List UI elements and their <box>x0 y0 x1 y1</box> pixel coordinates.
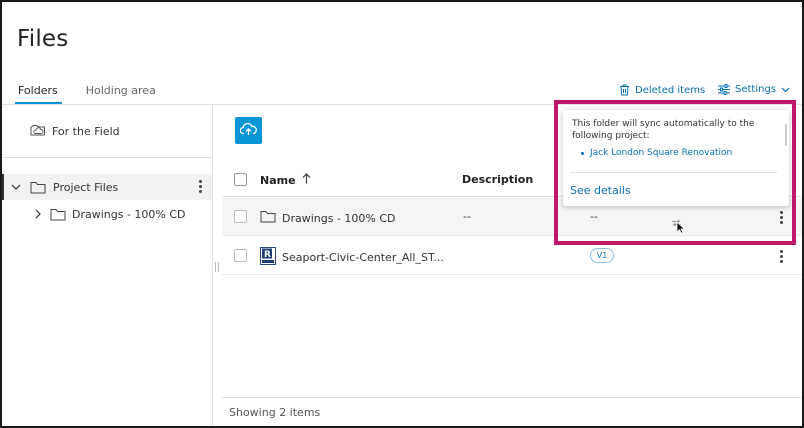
column-description-header[interactable]: Description <box>462 173 533 186</box>
trash-icon <box>619 84 630 96</box>
row-description: -- <box>463 210 471 223</box>
tooltip-divider <box>570 172 777 173</box>
upload-button[interactable] <box>235 117 262 144</box>
sync-tooltip: This folder will sync automatically to t… <box>563 110 789 206</box>
chevron-right-icon[interactable] <box>30 209 46 219</box>
field-cloud-icon <box>30 123 46 139</box>
tab-holding-area[interactable]: Holding area <box>85 84 157 104</box>
project-link-label: Jack London Square Renovation <box>590 148 733 158</box>
folder-tree-panel: For the Field Project Files Drawings - 1… <box>2 105 213 426</box>
deleted-items-label: Deleted items <box>635 84 706 96</box>
svg-text:R: R <box>264 250 271 260</box>
row-name-label: Seaport-Civic-Center_All_ST... <box>282 251 444 264</box>
tree-item-drawings[interactable]: Drawings - 100% CD <box>2 201 212 227</box>
row-checkbox[interactable] <box>234 249 247 262</box>
row-name[interactable]: R Seaport-Civic-Center_All_ST... <box>260 247 444 268</box>
row-name[interactable]: Drawings - 100% CD <box>260 210 396 226</box>
cloud-upload-icon <box>239 121 257 140</box>
tree-item-project-files[interactable]: Project Files <box>2 174 212 200</box>
folder-icon <box>50 208 66 221</box>
column-name-label: Name <box>260 173 296 187</box>
left-panel-divider <box>2 157 212 158</box>
for-the-field-label: For the Field <box>52 124 120 138</box>
for-the-field-item[interactable]: For the Field <box>30 123 120 139</box>
chevron-down-icon[interactable] <box>8 184 24 191</box>
tab-bar: Folders Holding area <box>15 84 157 104</box>
item-count: Showing 2 items <box>229 406 321 419</box>
row-checkbox[interactable] <box>234 210 247 223</box>
bullet-icon <box>581 151 584 155</box>
tab-folders[interactable]: Folders <box>15 84 62 104</box>
arrow-up-icon <box>302 173 311 187</box>
tooltip-text: This folder will sync automatically to t… <box>572 119 755 141</box>
sliders-icon <box>718 84 730 95</box>
chevron-down-icon <box>781 87 790 93</box>
deleted-items-button[interactable]: Deleted items <box>619 84 705 96</box>
tree-item-label: Project Files <box>53 180 119 194</box>
footer-divider <box>222 397 802 398</box>
row-name-label: Drawings - 100% CD <box>282 211 396 225</box>
version-badge[interactable]: V1 <box>590 248 614 263</box>
revit-file-icon: R <box>260 247 276 268</box>
settings-label: Settings <box>735 84 777 95</box>
more-options-icon[interactable] <box>199 180 202 193</box>
folder-icon <box>30 181 46 194</box>
folder-icon <box>260 210 276 226</box>
panel-resize-handle[interactable] <box>215 262 219 272</box>
page-title: Files <box>17 26 69 52</box>
see-details-link[interactable]: See details <box>570 184 631 197</box>
settings-button[interactable]: Settings <box>718 84 790 95</box>
column-name-header[interactable]: Name <box>260 173 311 187</box>
project-link[interactable]: Jack London Square Renovation <box>581 148 732 158</box>
tree-item-label: Drawings - 100% CD <box>72 207 186 221</box>
tooltip-scrollbar[interactable] <box>785 124 787 146</box>
row-more-options-icon[interactable] <box>780 250 783 263</box>
select-all-checkbox[interactable] <box>234 173 247 186</box>
